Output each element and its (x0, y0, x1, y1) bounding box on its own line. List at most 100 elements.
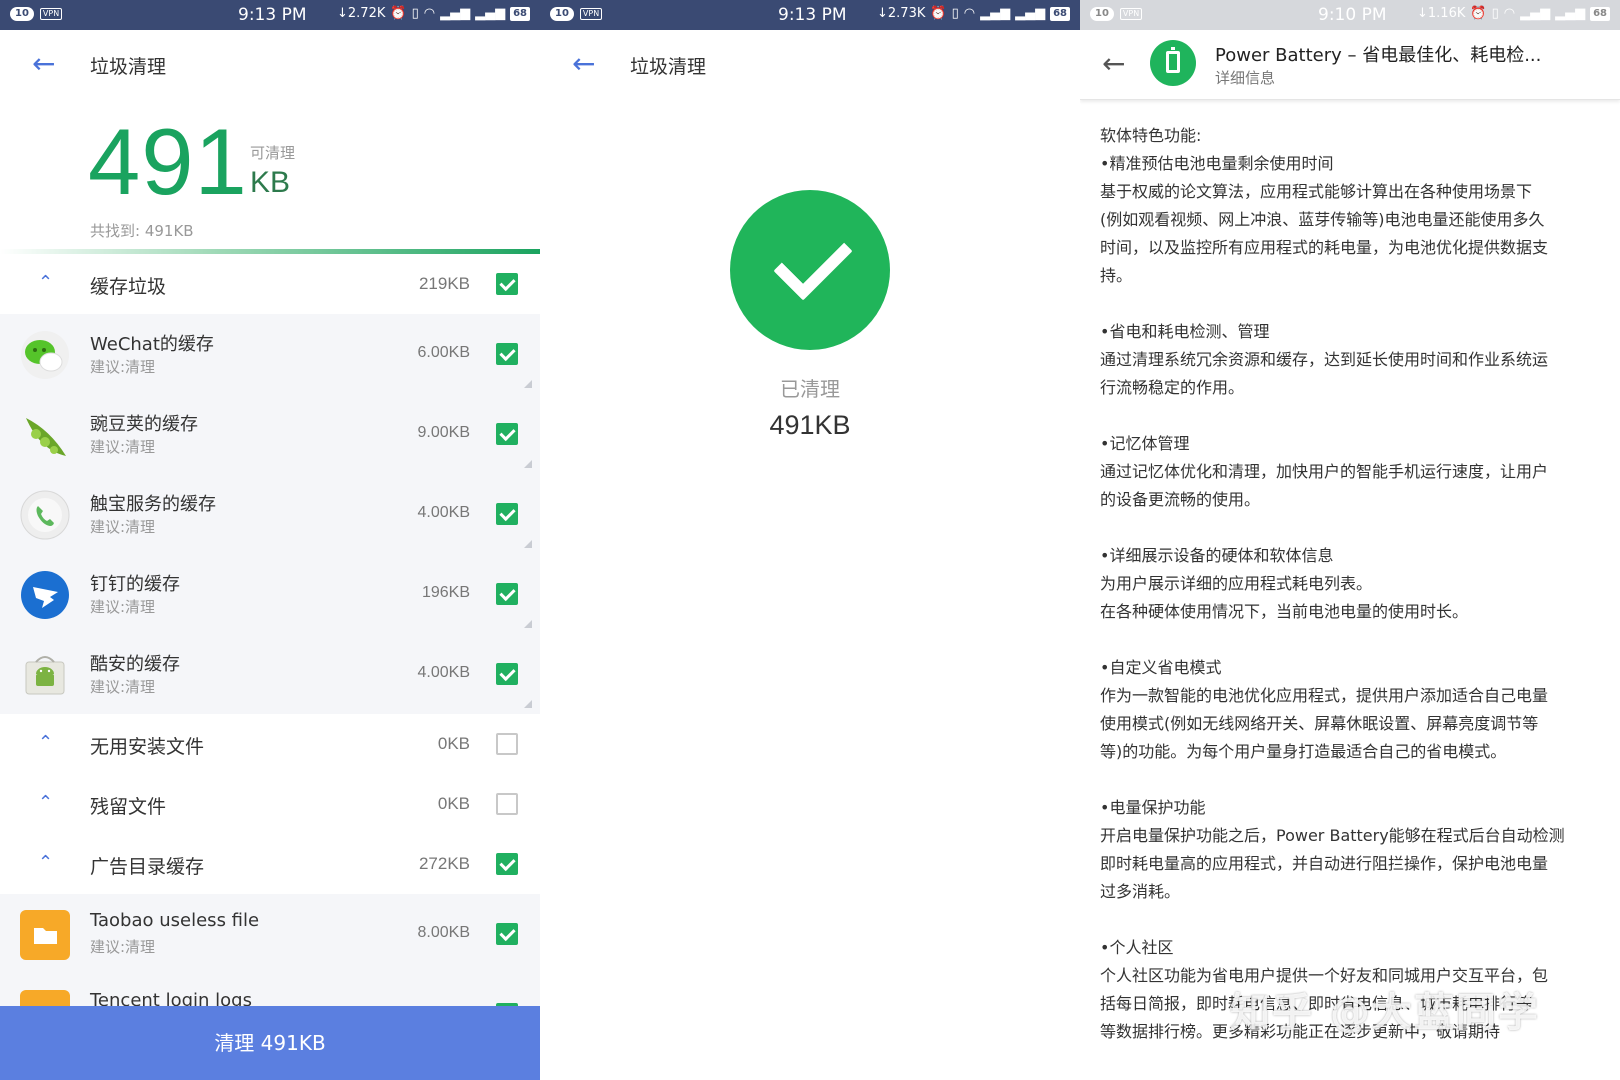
wechat-icon (20, 330, 70, 380)
description-line: 等)的功能。为每个用户量身打造最适合自己的省电模式。 (1100, 742, 1507, 761)
category-cache-junk[interactable]: ⌃ 缓存垃圾 219KB (0, 254, 540, 314)
list-item[interactable]: Taobao useless file 建议:清理 8.00KB (0, 894, 540, 974)
phone-icon (20, 490, 70, 540)
wifi-icon: ◠ (1503, 6, 1516, 21)
back-arrow-icon[interactable]: ← (1102, 50, 1125, 78)
category-checkbox[interactable] (496, 853, 518, 875)
item-suggestion: 建议:清理 (90, 678, 156, 696)
cleanable-label: 可清理 (250, 144, 296, 162)
description-line: 开启电量保护功能之后，Power Battery能够在程式后台自动检测 (1100, 826, 1565, 845)
category-checkbox[interactable] (496, 273, 518, 295)
notification-badge: 10 (550, 7, 574, 21)
back-arrow-icon[interactable]: ← (32, 50, 55, 78)
item-size: 4.00KB (417, 504, 470, 521)
chevron-up-icon[interactable]: ⌃ (38, 272, 53, 293)
category-size: 219KB (418, 274, 470, 293)
description-line: 软体特色功能: (1100, 126, 1202, 145)
battery-icon: 68 (1050, 6, 1070, 21)
item-suggestion: 建议:清理 (90, 598, 156, 616)
item-name: 豌豆荚的缓存 (90, 414, 198, 435)
list-item[interactable]: Tencent login logs (0, 974, 540, 1006)
notification-badge: 10 (10, 7, 34, 21)
category-residual-files[interactable]: ⌃ 残留文件 0KB (0, 774, 540, 834)
signal-icon: ▂▄▆ (440, 6, 471, 21)
description-line: •精准预估电池电量剩余使用时间 (1100, 154, 1334, 173)
signal-icon: ▂▄▆ (1520, 6, 1551, 21)
junk-unit: KB (250, 166, 291, 199)
category-label: 残留文件 (90, 796, 167, 818)
app-bar: ← 垃圾清理 (540, 30, 1080, 100)
item-name: 酷安的缓存 (90, 654, 180, 675)
list-item[interactable]: 触宝服务的缓存 建议:清理 4.00KB (0, 474, 540, 554)
item-checkbox[interactable] (496, 923, 518, 945)
battery-icon: 68 (1590, 6, 1610, 21)
junk-scan-screen: 10 VPN 9:13 PM ↓2.72K ⏰ ▯ ◠ ▂▄▆ ▂▄▆ 68 ←… (0, 0, 540, 1080)
app-description: 软体特色功能: •精准预估电池电量剩余使用时间基于权威的论文算法，应用程式能够计算… (1100, 122, 1605, 1046)
item-checkbox[interactable] (496, 423, 518, 445)
list-item[interactable]: 钉钉的缓存 建议:清理 196KB (0, 554, 540, 634)
status-bar: 10 VPN 9:13 PM ↓2.72K ⏰ ▯ ◠ ▂▄▆ ▂▄▆ 68 (0, 0, 540, 30)
category-size: 0KB (437, 734, 470, 753)
alarm-icon: ⏰ (390, 6, 407, 21)
status-bar: 10 VPN 9:13 PM ↓2.73K ⏰ ▯ ◠ ▂▄▆ ▂▄▆ 68 (540, 0, 1080, 30)
item-checkbox[interactable] (496, 583, 518, 605)
vpn-icon: VPN (39, 8, 63, 20)
status-bar: 10 VPN 9:10 PM ↓1.16K ⏰ ▯ ◠ ▂▄▆ ▂▄▆ 68 (1080, 0, 1620, 30)
description-line: 使用模式(例如无线网络开关、屏幕休眠设置、屏幕亮度调节等 (1100, 714, 1539, 733)
cache-item-list: WeChat的缓存 建议:清理 6.00KB 豌豆荚的缓存 建议:清理 9.00… (0, 314, 540, 714)
dingtalk-icon (20, 570, 70, 620)
vibrate-icon: ▯ (411, 6, 419, 21)
item-checkbox[interactable] (496, 503, 518, 525)
status-time: 9:13 PM (238, 5, 307, 25)
expand-corner-icon (524, 540, 532, 548)
vpn-icon: VPN (579, 8, 603, 20)
item-suggestion: 建议:清理 (90, 358, 156, 376)
item-checkbox[interactable] (496, 663, 518, 685)
chevron-up-icon[interactable]: ⌃ (38, 732, 53, 753)
clean-button[interactable]: 清理 491KB (0, 1006, 540, 1080)
description-line: •个人社区 (1100, 938, 1174, 957)
chevron-up-icon[interactable]: ⌃ (38, 852, 53, 873)
battery-icon: 68 (510, 6, 530, 21)
page-title: 垃圾清理 (90, 56, 167, 78)
category-unused-apk[interactable]: ⌃ 无用安装文件 0KB (0, 714, 540, 774)
category-checkbox[interactable] (496, 793, 518, 815)
item-name: 钉钉的缓存 (90, 574, 180, 595)
list-item[interactable]: 酷安的缓存 建议:清理 4.00KB (0, 634, 540, 714)
signal-icon: ▂▄▆ (1555, 6, 1586, 21)
description-line: 在各种硬体使用情况下，当前电池电量的使用时长。 (1100, 602, 1469, 621)
category-ad-cache[interactable]: ⌃ 广告目录缓存 272KB (0, 834, 540, 894)
item-suggestion: 建议:清理 (90, 518, 156, 536)
list-item[interactable]: WeChat的缓存 建议:清理 6.00KB (0, 314, 540, 394)
checkmark-icon (730, 190, 890, 350)
folder-icon (20, 990, 70, 1006)
cleaned-label: 已清理 (780, 377, 840, 401)
network-speed: ↓2.73K (877, 6, 926, 21)
vibrate-icon: ▯ (1491, 6, 1499, 21)
item-size: 9.00KB (417, 424, 470, 441)
item-size: 4.00KB (417, 664, 470, 681)
junk-amount: 491 (88, 109, 248, 214)
alarm-icon: ⏰ (1470, 6, 1487, 21)
expand-corner-icon (524, 380, 532, 388)
back-arrow-icon[interactable]: ← (572, 50, 595, 78)
chevron-up-icon[interactable]: ⌃ (38, 792, 53, 813)
page-title: 垃圾清理 (630, 56, 707, 78)
notification-badge: 10 (1090, 7, 1114, 21)
wifi-icon: ◠ (423, 6, 436, 21)
list-item[interactable]: 豌豆荚的缓存 建议:清理 9.00KB (0, 394, 540, 474)
description-line: 基于权威的论文算法，应用程式能够计算出在各种使用场景下 (1100, 182, 1533, 201)
item-checkbox[interactable] (496, 343, 518, 365)
signal-icon: ▂▄▆ (980, 6, 1011, 21)
description-line: 为用户展示详细的应用程式耗电列表。 (1100, 574, 1373, 593)
category-size: 0KB (437, 794, 470, 813)
category-checkbox[interactable] (496, 733, 518, 755)
network-speed: ↓1.16K (1417, 6, 1466, 21)
description-line: (例如观看视频、网上冲浪、蓝芽传输等)电池电量还能使用多久 (1100, 210, 1545, 229)
app-subtitle: 详细信息 (1215, 69, 1276, 87)
item-name: WeChat的缓存 (90, 334, 214, 355)
item-name: Taobao useless file (90, 910, 260, 931)
